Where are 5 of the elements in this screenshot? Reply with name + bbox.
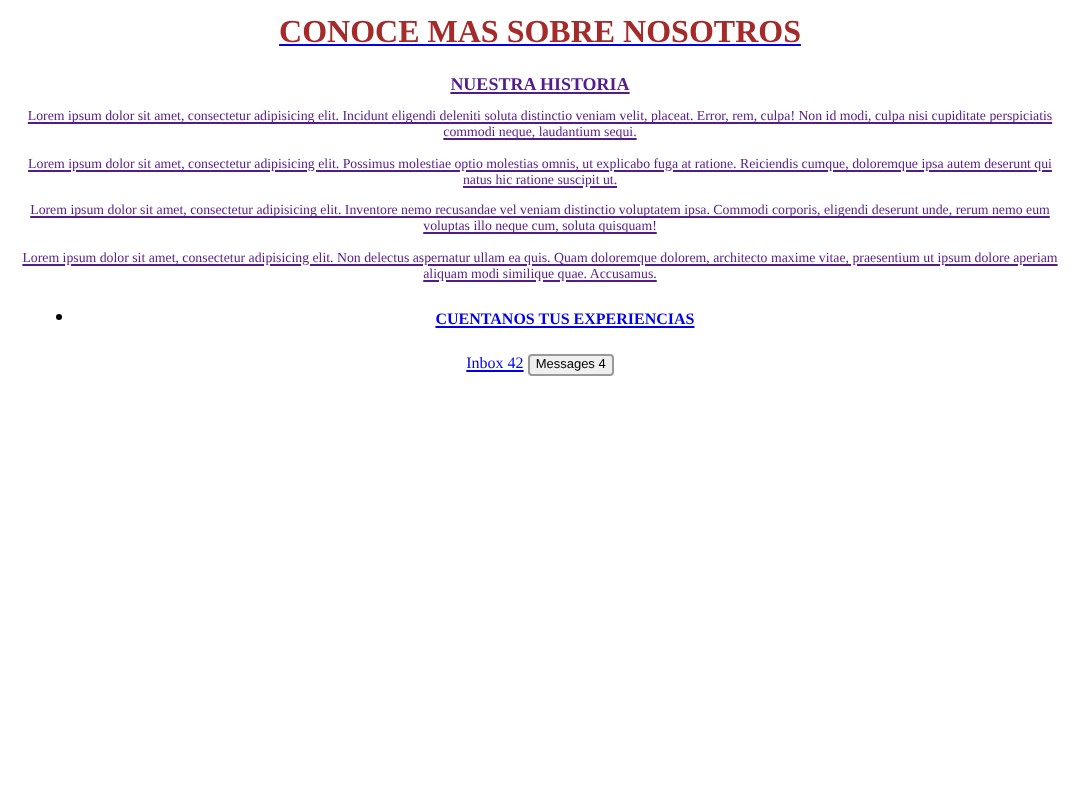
experiences-link[interactable]: CUENTANOS TUS EXPERIENCIAS [435,310,695,329]
inbox-link[interactable]: Inbox 42 [466,354,524,373]
page-title-link[interactable]: CONOCE MAS SOBRE NOSOTROS [279,16,801,50]
history-heading-link[interactable]: NUESTRA HISTORIA [450,74,630,94]
bullet-icon [56,313,62,320]
